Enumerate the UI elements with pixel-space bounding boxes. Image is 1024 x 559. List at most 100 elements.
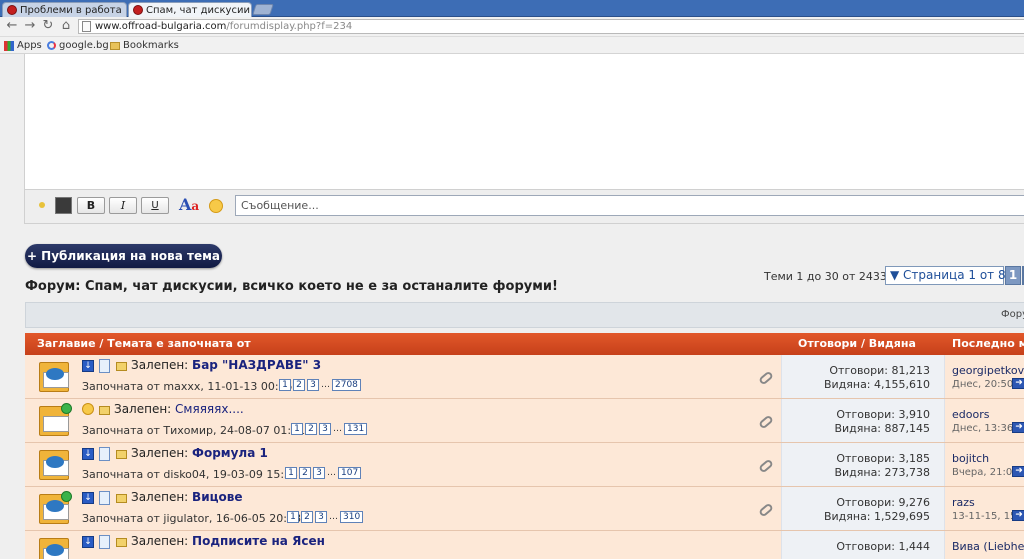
tab-label: Проблеми в работа <box>20 4 122 16</box>
thread-link[interactable]: Формула 1 <box>192 446 268 460</box>
go-to-first-unread-icon[interactable]: ↓ <box>82 360 94 372</box>
go-to-last-post-icon[interactable]: ➜ <box>1012 510 1024 521</box>
home-icon[interactable]: ⌂ <box>59 19 73 33</box>
last-post-user[interactable]: georgipetkov6 <box>952 364 1024 377</box>
column-last-post-header[interactable]: Последно мн <box>952 333 1024 355</box>
last-page-link[interactable]: 2708 <box>332 379 361 391</box>
bold-button[interactable]: B <box>77 197 105 214</box>
page-link[interactable]: 2 <box>305 423 317 435</box>
thread-status-icon <box>39 403 72 436</box>
sticky-prefix: Залепен: <box>131 446 189 460</box>
last-page-link[interactable]: 131 <box>344 423 368 435</box>
go-to-first-unread-icon[interactable]: ↓ <box>82 492 94 504</box>
forward-arrow-icon[interactable]: → <box>23 19 37 33</box>
new-thread-button[interactable]: + Публикация на нова тема <box>25 244 222 268</box>
bookmark-folder[interactable]: Bookmarks <box>110 39 179 52</box>
page-margin <box>0 54 24 559</box>
thread-starter: Започната от Тихомир, 24-08-07 01:41 <box>82 424 306 437</box>
bookmark-google[interactable]: google.bg <box>47 39 109 52</box>
folder-icon <box>110 41 120 50</box>
thread-status-icon <box>39 450 69 480</box>
last-page-link[interactable]: 107 <box>338 467 362 479</box>
page-link[interactable]: 1 <box>285 467 297 479</box>
go-to-last-post-icon[interactable]: ➜ <box>1012 378 1024 389</box>
back-arrow-icon[interactable]: ← <box>5 19 19 33</box>
thread-title: Залепен: Бар "НАЗДРАВЕ" 3 <box>131 358 321 372</box>
site-favicon-icon <box>7 5 17 15</box>
thread-pages: 1 2 3… 131 <box>291 423 368 435</box>
last-page-link[interactable]: 310 <box>340 511 364 523</box>
smiley-icon[interactable] <box>209 199 223 213</box>
go-to-last-post-icon[interactable]: ➜ <box>1012 422 1024 433</box>
tab-problems[interactable]: Проблеми в работа × <box>2 2 127 17</box>
page-link[interactable]: 3 <box>315 511 327 523</box>
last-post-user[interactable]: razs <box>952 496 975 509</box>
message-input[interactable]: Съобщение... <box>235 195 1024 216</box>
page-link[interactable]: 3 <box>319 423 331 435</box>
sticky-prefix: Залепен: <box>131 534 189 548</box>
column-title-header[interactable]: Заглавие / Темата е започната от <box>37 333 251 355</box>
new-posts-badge-icon <box>61 491 72 502</box>
reload-icon[interactable]: ↻ <box>41 19 55 33</box>
thread-stats: Отговори: 81,213 Видяна: 4,155,610 <box>781 355 945 398</box>
chat-messages-area <box>24 54 1024 190</box>
page-link[interactable]: 2 <box>299 467 311 479</box>
last-post-user[interactable]: Вива (Liebherr <box>952 540 1024 553</box>
underline-button[interactable]: U <box>141 197 169 214</box>
page-link[interactable]: 1 <box>287 511 299 523</box>
page-link[interactable]: 1 <box>291 423 303 435</box>
new-tab-button[interactable] <box>252 4 274 15</box>
thread-starter: Започната от disko04, 19-03-09 15:53 <box>82 468 299 481</box>
page-link[interactable]: 3 <box>313 467 325 479</box>
thread-stats: Отговори: 9,276 Видяна: 1,529,695 <box>781 487 945 530</box>
thread-link[interactable]: Смяяяях.... <box>175 402 244 416</box>
bookmark-label: Apps <box>17 40 42 51</box>
sticky-prefix: Залепен: <box>114 402 172 416</box>
tab-close-icon[interactable]: × <box>125 4 126 17</box>
bookmarks-bar: Apps google.bg Bookmarks <box>0 37 1024 54</box>
page-link[interactable]: 3 <box>307 379 319 391</box>
thread-starter: Започната от jigulator, 16-06-05 20:18 <box>82 512 301 525</box>
thread-link[interactable]: Подписите на Ясен <box>192 534 325 548</box>
apps-icon <box>4 40 14 51</box>
column-stats-header[interactable]: Отговори / Видяна <box>798 333 916 355</box>
forum-tools-bar: Форум <box>25 302 1024 328</box>
url-host: www.offroad-bulgaria.com <box>95 21 227 32</box>
page-icon <box>82 21 91 32</box>
last-post-user[interactable]: bojitch <box>952 452 989 465</box>
new-posts-badge-icon <box>61 403 72 414</box>
views-count: Видяна: 887,145 <box>834 422 930 435</box>
page-link[interactable]: 1 <box>279 379 291 391</box>
forum-tools-label[interactable]: Форум <box>1001 309 1024 320</box>
attachment-icon <box>758 502 774 518</box>
go-to-last-post-icon[interactable]: ➜ <box>1012 466 1024 477</box>
go-to-first-unread-icon[interactable]: ↓ <box>82 448 94 460</box>
page-link[interactable]: 2 <box>301 511 313 523</box>
thread-stats: Отговори: 1,444 <box>781 531 945 559</box>
thread-pages: 1 2 3… 310 <box>287 511 364 523</box>
thread-link[interactable]: Бар "НАЗДРАВЕ" 3 <box>192 358 321 372</box>
bookmark-apps[interactable]: Apps <box>4 39 42 52</box>
page-content: B I U Aa Съобщение... + Публикация на но… <box>0 54 1024 559</box>
page-selector[interactable]: ▼ Страница 1 от 82 <box>885 266 1013 285</box>
thread-table-header: Заглавие / Темата е започната от Отговор… <box>25 333 1024 355</box>
font-icon[interactable]: Aa <box>179 196 199 215</box>
thread-link[interactable]: Вицове <box>192 490 242 504</box>
tab-spam-chat[interactable]: Спам, чат дискусии × <box>128 2 252 17</box>
google-icon <box>47 41 56 50</box>
italic-button[interactable]: I <box>109 197 137 214</box>
thread-title: Залепен: Формула 1 <box>131 446 268 460</box>
document-icon <box>99 535 110 549</box>
thread-status-icon <box>39 362 69 392</box>
go-to-first-unread-icon[interactable]: ↓ <box>82 536 94 548</box>
last-post-time: Вчера, 21:05 <box>952 467 1019 478</box>
sticky-prefix: Залепен: <box>131 358 189 372</box>
last-post-user[interactable]: edoors <box>952 408 989 421</box>
address-bar[interactable]: www.offroad-bulgaria.com/forumdisplay.ph… <box>78 19 1024 34</box>
current-page-number[interactable]: 1 <box>1005 266 1021 285</box>
mail-icon <box>99 406 110 415</box>
page-link[interactable]: 2 <box>293 379 305 391</box>
replies-count: Отговори: 81,213 <box>829 364 930 377</box>
status-dot-icon <box>39 202 45 208</box>
color-picker-button[interactable] <box>55 197 72 214</box>
